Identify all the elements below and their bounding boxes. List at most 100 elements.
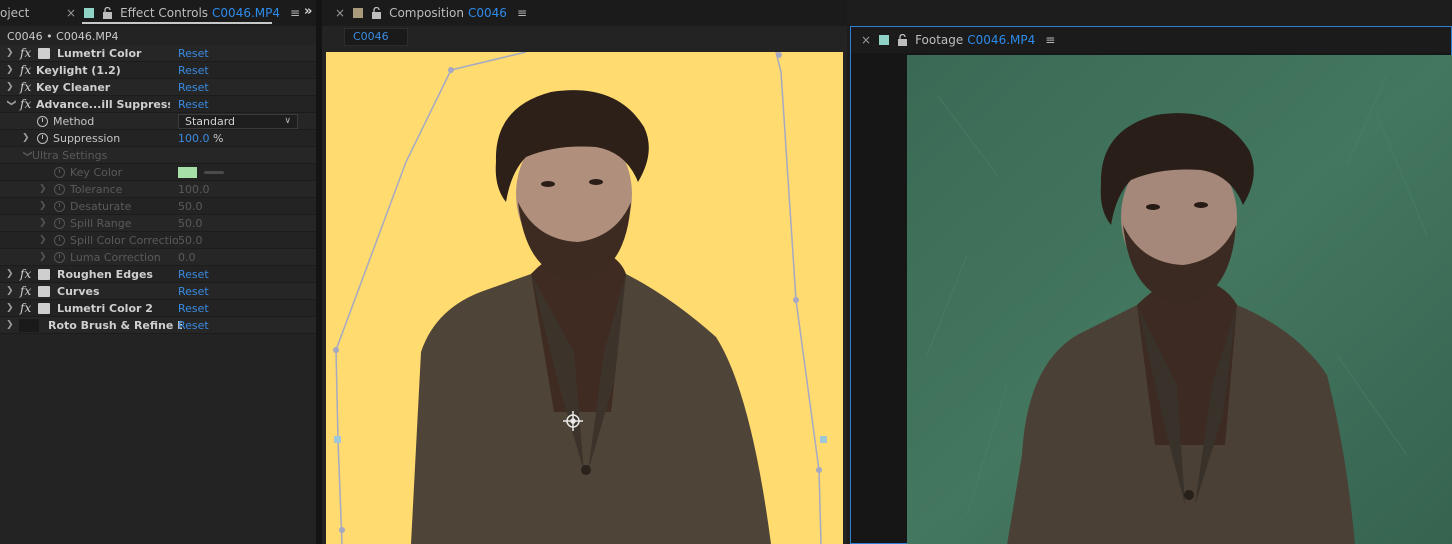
reset-button[interactable]: Reset — [178, 302, 209, 315]
fx-toggle-icon[interactable]: fx — [20, 80, 36, 94]
footage-viewer[interactable] — [907, 55, 1452, 544]
tab-project[interactable]: oject — [0, 0, 66, 26]
effect-name: Key Cleaner — [36, 80, 111, 94]
chevron-down-icon: ∨ — [284, 116, 291, 126]
chevron-right-icon: ❯ — [39, 252, 47, 262]
tab-footage-label: Footage — [915, 33, 964, 47]
stopwatch-icon — [54, 183, 65, 195]
fx-toggle-icon[interactable]: fx — [20, 284, 36, 298]
stopwatch-icon[interactable] — [37, 115, 48, 127]
effect-badge-icon — [38, 302, 50, 314]
effect-name: Curves — [57, 284, 100, 298]
reset-button[interactable]: Reset — [178, 64, 209, 77]
chevron-right-icon[interactable]: ❯ — [6, 82, 16, 92]
fx-toggle-icon[interactable]: fx — [20, 46, 36, 60]
tab-composition-name: C0046 — [468, 6, 507, 20]
lock-icon[interactable] — [897, 34, 908, 46]
effect-row-lumetri-color-2[interactable]: ❯ fx Lumetri Color 2 Reset — [0, 300, 316, 317]
property-row-key-color: Key Color — [0, 164, 316, 181]
property-label: Desaturate — [70, 199, 132, 213]
chevron-right-icon[interactable]: ❯ — [6, 320, 16, 330]
fx-toggle-icon[interactable]: fx — [20, 301, 36, 315]
reset-button[interactable]: Reset — [178, 268, 209, 281]
fx-toggle-icon[interactable]: fx — [20, 97, 36, 111]
property-label: Spill Range — [70, 216, 132, 230]
fx-placeholder-icon — [19, 318, 39, 332]
composition-viewer[interactable] — [326, 52, 843, 544]
group-label: Ultra Settings — [32, 148, 108, 162]
property-row-suppression: ❯ Suppression 100.0 % — [0, 130, 316, 147]
effect-row-roughen-edges[interactable]: ❯ fx Roughen Edges Reset — [0, 266, 316, 283]
footage-tab-bar: × Footage C0046.MP4 ≡ — [851, 27, 1451, 53]
property-value: 0.0 — [178, 250, 196, 264]
reset-button[interactable]: Reset — [178, 81, 209, 94]
chevron-right-icon[interactable]: ❯ — [6, 65, 16, 75]
effect-name: Roughen Edges — [57, 267, 153, 281]
property-label: Spill Color Correctio — [70, 233, 178, 247]
property-row-desaturate: ❯ Desaturate 50.0 — [0, 198, 316, 215]
close-icon[interactable]: × — [335, 6, 345, 20]
label-color-icon — [353, 8, 364, 18]
footage-panel: × Footage C0046.MP4 ≡ — [850, 26, 1452, 544]
effect-row-lumetri-color[interactable]: ❯ fx Lumetri Color Reset — [0, 45, 316, 62]
method-dropdown-value: Standard — [185, 115, 236, 128]
tab-composition[interactable]: × Composition C0046 ≡ — [335, 0, 527, 26]
panel-menu-icon[interactable]: ≡ — [1045, 33, 1055, 47]
tab-composition-label: Composition — [389, 6, 465, 20]
active-tab-underline — [82, 22, 272, 24]
reset-button[interactable]: Reset — [178, 285, 209, 298]
property-label: Luma Correction — [70, 250, 161, 264]
left-tab-bar: oject × Effect Controls C0046.MP4 ≡ » — [0, 0, 316, 26]
property-label: Key Color — [70, 165, 123, 179]
effect-row-keylight[interactable]: ❯ fx Keylight (1.2) Reset — [0, 62, 316, 79]
tab-footage[interactable]: × Footage C0046.MP4 ≡ — [861, 27, 1055, 53]
property-label: Tolerance — [70, 182, 123, 196]
chevron-right-icon[interactable]: ❯ — [6, 269, 16, 279]
suppression-value[interactable]: 100.0 % — [178, 132, 223, 145]
lock-icon[interactable] — [371, 7, 382, 19]
stopwatch-icon[interactable] — [37, 132, 48, 144]
effect-name: Lumetri Color — [57, 46, 142, 60]
close-icon[interactable]: × — [861, 33, 871, 47]
overflow-icon[interactable]: » — [304, 4, 312, 19]
composition-breadcrumb[interactable]: C0046 — [344, 28, 408, 46]
fx-toggle-icon[interactable]: fx — [20, 267, 36, 281]
footage-top-area — [850, 0, 1452, 26]
effect-badge-icon — [38, 268, 50, 280]
composition-frame — [326, 52, 843, 544]
effect-row-key-cleaner[interactable]: ❯ fx Key Cleaner Reset — [0, 79, 316, 96]
lock-icon[interactable] — [102, 7, 113, 19]
reset-button[interactable]: Reset — [178, 319, 209, 332]
effect-row-curves[interactable]: ❯ fx Curves Reset — [0, 283, 316, 300]
property-row-tolerance: ❯ Tolerance 100.0 — [0, 181, 316, 198]
property-row-method: Method Standard ∨ — [0, 113, 316, 130]
stopwatch-icon — [54, 234, 65, 246]
fx-toggle-icon[interactable]: fx — [20, 63, 36, 77]
property-value: 50.0 — [178, 216, 203, 230]
effect-badge-icon — [38, 47, 50, 59]
effect-controls-panel: oject × Effect Controls C0046.MP4 ≡ » C0… — [0, 0, 316, 544]
chevron-right-icon[interactable]: ❯ — [6, 48, 16, 58]
tab-effect-controls-file: C0046.MP4 — [212, 6, 281, 20]
effect-badge-icon — [38, 285, 50, 297]
chevron-right-icon[interactable]: ❯ — [6, 286, 16, 296]
close-icon[interactable]: × — [66, 6, 76, 20]
chevron-right-icon[interactable]: ❯ — [22, 133, 32, 143]
effect-row-roto-brush[interactable]: ❯ Roto Brush & Refine Edge Reset — [0, 317, 316, 334]
chevron-right-icon: ❯ — [39, 184, 47, 194]
panel-menu-icon[interactable]: ≡ — [290, 6, 300, 20]
stopwatch-icon — [54, 217, 65, 229]
tab-effect-controls-label: Effect Controls — [120, 6, 209, 20]
method-dropdown[interactable]: Standard ∨ — [178, 114, 298, 129]
effect-row-advanced-spill-suppressor[interactable]: ❯ fx Advance...ill Suppressor Reset — [0, 96, 316, 113]
stopwatch-icon — [54, 251, 65, 263]
reset-button[interactable]: Reset — [178, 47, 209, 60]
chevron-right-icon[interactable]: ❯ — [6, 303, 16, 313]
property-row-luma-correction: ❯ Luma Correction 0.0 — [0, 249, 316, 266]
property-value: 50.0 — [178, 199, 203, 213]
label-color-icon — [84, 8, 95, 18]
tab-footage-file: C0046.MP4 — [967, 33, 1036, 47]
reset-button[interactable]: Reset — [178, 98, 209, 111]
chevron-down-icon[interactable]: ❯ — [6, 99, 16, 109]
panel-menu-icon[interactable]: ≡ — [517, 6, 527, 20]
